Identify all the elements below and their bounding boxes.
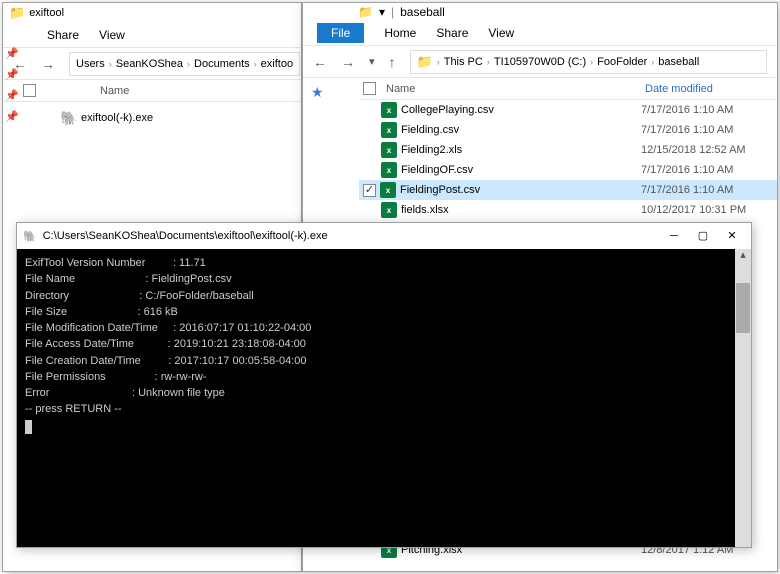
file-name: CollegePlaying.csv xyxy=(401,104,641,116)
folder-icon: 📁 xyxy=(358,5,373,19)
excel-icon: x xyxy=(381,162,397,178)
app-icon: 🐘 xyxy=(23,230,37,243)
pin-icon[interactable]: 📌 xyxy=(5,89,19,102)
title-text: baseball xyxy=(400,5,445,19)
crumb[interactable]: exiftoo xyxy=(261,58,293,70)
title-text: exiftool xyxy=(29,7,64,19)
nav-fwd[interactable]: → xyxy=(41,56,55,72)
nav-back[interactable]: ← xyxy=(313,54,327,70)
scrollbar-thumb[interactable] xyxy=(736,283,750,333)
menu-view[interactable]: View xyxy=(99,28,125,42)
file-name: FieldingOF.csv xyxy=(401,164,641,176)
menu-share[interactable]: Share xyxy=(47,28,79,42)
crumb[interactable]: TI105970W0D (C:) xyxy=(494,56,586,68)
file-date: 7/17/2016 1:10 AM xyxy=(641,184,777,196)
file-row[interactable]: ✓xFieldingPost.csv7/17/2016 1:10 AM xyxy=(359,180,777,200)
select-all-checkbox[interactable] xyxy=(23,84,36,97)
file-row[interactable]: x FieldingOF.csv7/17/2016 1:10 AM xyxy=(359,160,777,180)
file-row[interactable]: x Fielding.csv7/17/2016 1:10 AM xyxy=(359,120,777,140)
nav-up[interactable]: ↑ xyxy=(389,54,396,70)
cursor xyxy=(25,420,32,434)
excel-icon: x xyxy=(381,122,397,138)
crumb[interactable]: Documents xyxy=(194,58,250,70)
window-title: 📁 exiftool xyxy=(3,3,301,23)
terminal-output[interactable]: ExifTool Version Number : 11.71 File Nam… xyxy=(17,249,751,547)
breadcrumb[interactable]: Users› SeanKOShea› Documents› exiftoo xyxy=(69,52,300,76)
file-name: Fielding.csv xyxy=(401,124,641,136)
menu-view[interactable]: View xyxy=(488,26,514,40)
file-date: 7/17/2016 1:10 AM xyxy=(641,124,777,136)
crumb[interactable]: This PC xyxy=(444,56,483,68)
header-name[interactable]: Name xyxy=(42,85,301,97)
title-text: C:\Users\SeanKOShea\Documents\exiftool\e… xyxy=(43,230,328,242)
close-button[interactable]: ✕ xyxy=(719,226,745,246)
menu-share[interactable]: Share xyxy=(436,26,468,40)
nav-fwd[interactable]: → xyxy=(341,54,355,70)
menu-home[interactable]: Home xyxy=(384,26,416,40)
column-header: Name Date modified xyxy=(359,78,777,100)
folder-icon: 📁 xyxy=(9,5,25,21)
menu-file[interactable]: File xyxy=(317,23,364,43)
file-row[interactable]: x CollegePlaying.csv7/17/2016 1:10 AM xyxy=(359,100,777,120)
file-row[interactable]: x Fielding2.xls12/15/2018 12:52 AM xyxy=(359,140,777,160)
pin-icon[interactable]: 📌 xyxy=(5,47,19,60)
minimize-button[interactable]: ─ xyxy=(661,226,687,246)
crumb[interactable]: baseball xyxy=(658,56,699,68)
press-return: -- press RETURN -- xyxy=(25,403,122,415)
title-bar[interactable]: 🐘 C:\Users\SeanKOShea\Documents\exiftool… xyxy=(17,223,751,249)
file-name: fields.xlsx xyxy=(401,204,641,216)
menubar: File Home Share View xyxy=(303,21,777,46)
header-date[interactable]: Date modified xyxy=(641,83,777,95)
column-header: Name xyxy=(3,80,301,102)
drive-icon: 📁 xyxy=(417,54,433,70)
excel-icon: x xyxy=(381,102,397,118)
maximize-button[interactable]: ▢ xyxy=(690,226,716,246)
file-date: 7/17/2016 1:10 AM xyxy=(641,104,777,116)
file-name: Fielding2.xls xyxy=(401,144,641,156)
address-bar: ← → ▾ ↑ 📁› This PC› TI105970W0D (C:)› Fo… xyxy=(303,46,777,78)
crumb[interactable]: FooFolder xyxy=(597,56,647,68)
pin-icon[interactable]: 📌 xyxy=(5,110,19,123)
header-name[interactable]: Name xyxy=(386,83,641,95)
file-row[interactable]: 🐘 exiftool(-k).exe xyxy=(3,108,301,128)
title-bar: 📁 ▾ | baseball xyxy=(303,3,777,21)
file-date: 12/15/2018 12:52 AM xyxy=(641,144,777,156)
qa-button[interactable]: ▾ xyxy=(379,5,385,19)
file-name: FieldingPost.csv xyxy=(400,184,641,196)
select-all-checkbox[interactable] xyxy=(363,82,376,95)
excel-icon: x xyxy=(381,202,397,218)
breadcrumb[interactable]: 📁› This PC› TI105970W0D (C:)› FooFolder›… xyxy=(410,50,767,74)
pin-icon[interactable]: 📌 xyxy=(5,68,19,81)
scrollbar[interactable]: ▴ xyxy=(735,249,751,547)
file-name: exiftool(-k).exe xyxy=(81,112,301,124)
file-date: 10/12/2017 10:31 PM xyxy=(641,204,777,216)
crumb[interactable]: SeanKOShea xyxy=(116,58,183,70)
menubar: Share View xyxy=(3,23,301,48)
quick-access-star-icon[interactable]: ★ xyxy=(303,78,359,107)
excel-icon: x xyxy=(380,182,396,198)
nav-recent[interactable]: ▾ xyxy=(369,55,375,68)
crumb[interactable]: Users xyxy=(76,58,105,70)
address-bar: ← → Users› SeanKOShea› Documents› exifto… xyxy=(3,48,301,80)
file-row[interactable]: x fields.xlsx10/12/2017 10:31 PM xyxy=(359,200,777,220)
excel-icon: x xyxy=(381,142,397,158)
console-window-exiftool: 🐘 C:\Users\SeanKOShea\Documents\exiftool… xyxy=(16,222,752,548)
application-icon: 🐘 xyxy=(61,110,77,126)
file-date: 7/17/2016 1:10 AM xyxy=(641,164,777,176)
